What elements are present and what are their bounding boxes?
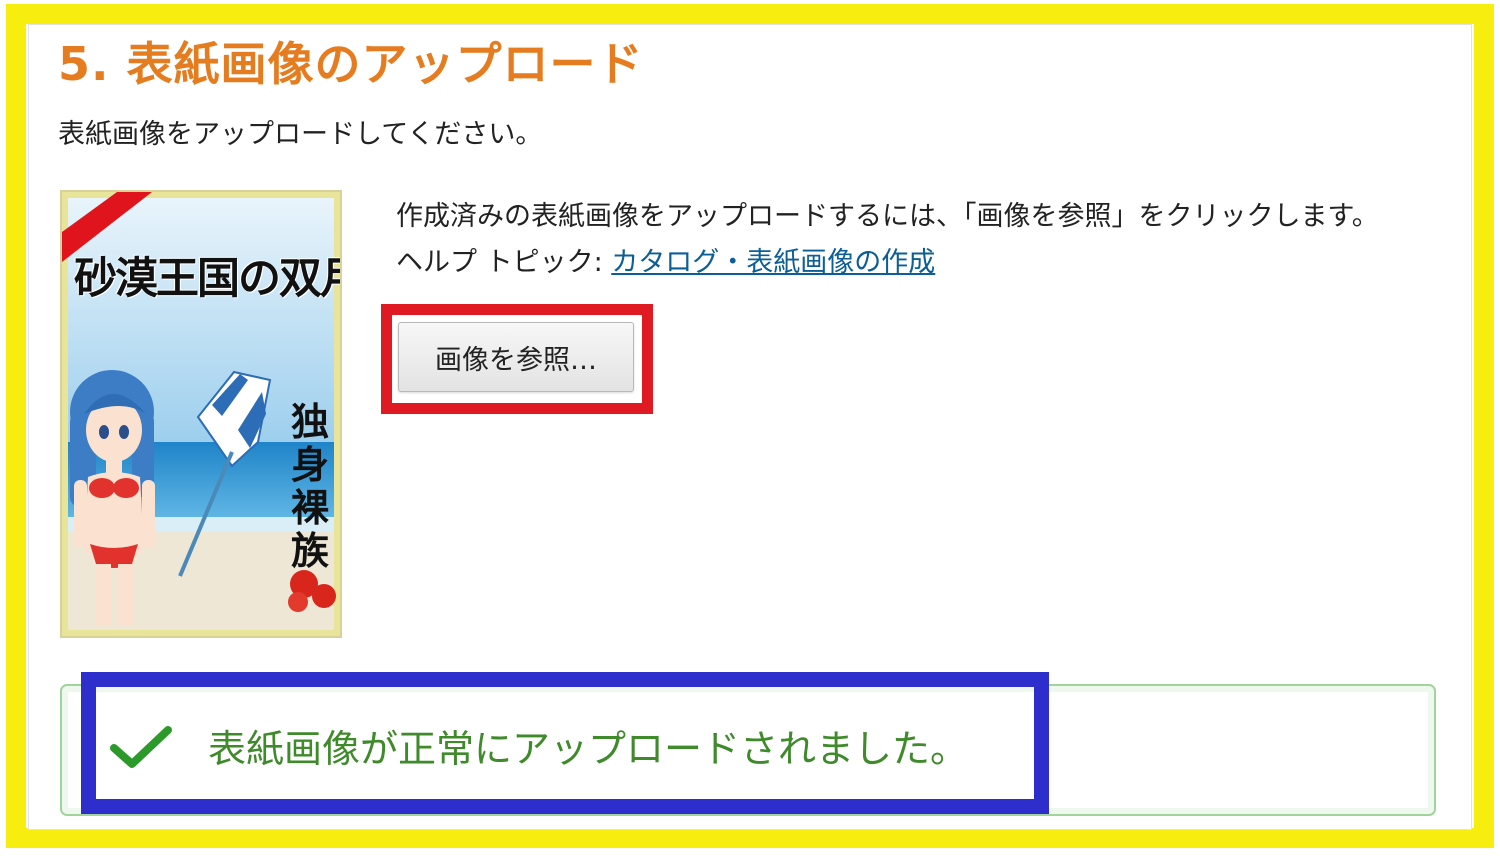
- help-topic: ヘルプ トピック: カタログ・表紙画像の作成: [396, 240, 935, 279]
- instruction-text: 表紙画像をアップロードしてください。: [58, 119, 543, 150]
- help-topic-label: ヘルプ トピック:: [396, 247, 612, 278]
- book-cover-image: 砂漠王国の双月姫 独身裸族: [60, 190, 342, 638]
- checkmark-icon: [110, 726, 172, 768]
- section-title: 5. 表紙画像のアップロード: [58, 37, 644, 91]
- cover-author: 独身裸族: [290, 399, 329, 573]
- upload-description: 作成済みの表紙画像をアップロードするには、「画像を参照」をクリックします。: [396, 201, 1379, 232]
- success-message-text: 表紙画像が正常にアップロードされました。: [208, 727, 969, 771]
- help-topic-link[interactable]: カタログ・表紙画像の作成: [611, 247, 935, 278]
- cover-title: 砂漠王国の双月姫: [74, 254, 340, 304]
- browse-image-button[interactable]: 画像を参照…: [398, 322, 634, 392]
